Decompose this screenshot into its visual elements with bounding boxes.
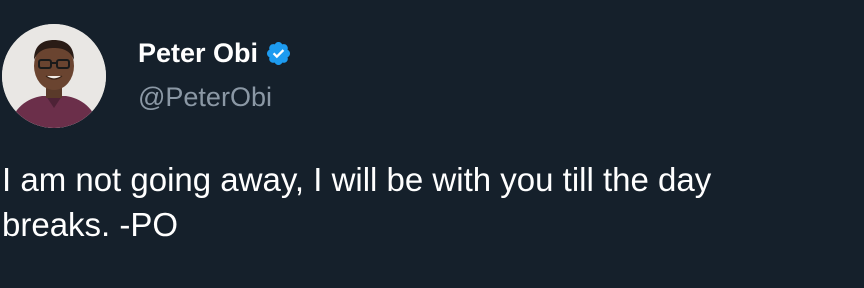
- avatar[interactable]: [2, 24, 106, 128]
- tweet-card: Peter Obi @PeterObi I am not going away,…: [0, 0, 864, 288]
- verified-badge-icon: [265, 40, 292, 67]
- tweet-text: I am not going away, I will be with you …: [2, 157, 864, 247]
- author-name-row[interactable]: Peter Obi: [138, 36, 292, 70]
- avatar-photo-icon: [2, 24, 106, 128]
- display-name[interactable]: Peter Obi: [138, 36, 258, 70]
- tweet-text-line: I am not going away, I will be with you …: [2, 161, 712, 198]
- author-handle[interactable]: @PeterObi: [138, 80, 272, 114]
- tweet-text-line: breaks. -PO: [2, 206, 179, 243]
